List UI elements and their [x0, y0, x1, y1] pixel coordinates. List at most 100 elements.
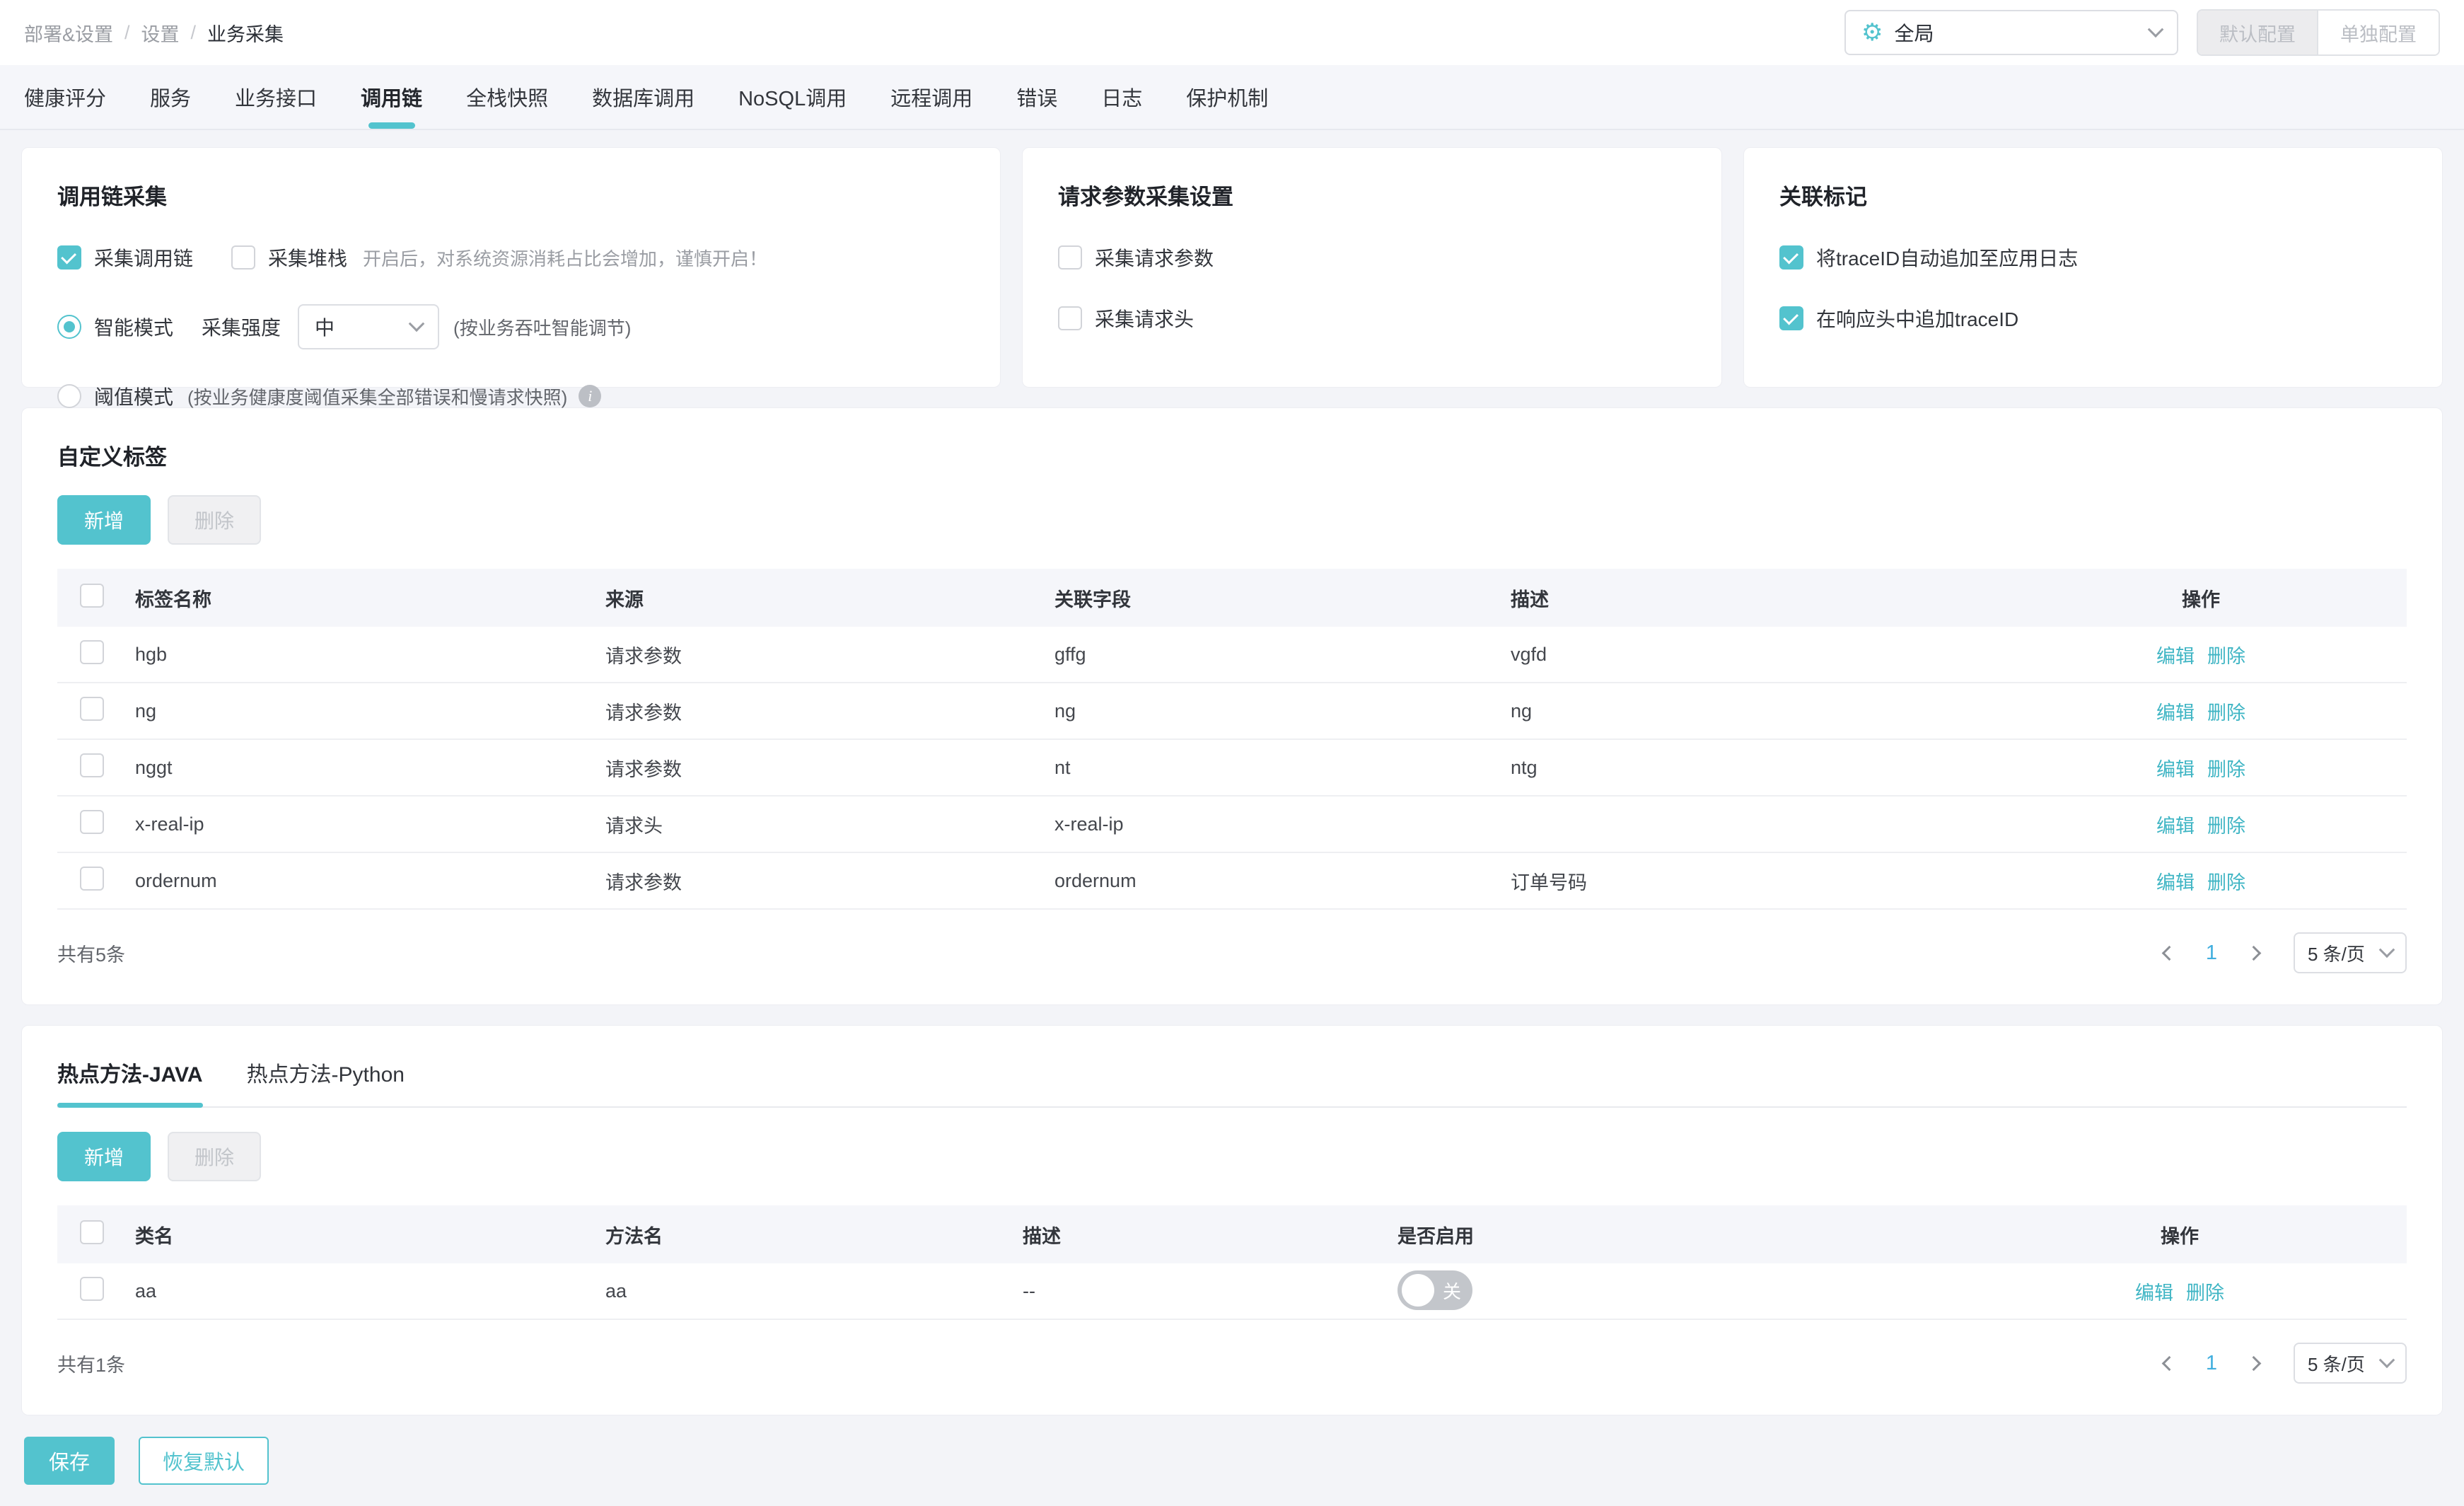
field-cell: gffg	[1054, 643, 1086, 665]
enable-toggle[interactable]: 关	[1397, 1270, 1472, 1310]
tab-business-api[interactable]: 业务接口	[235, 65, 317, 129]
chevron-right-icon[interactable]	[2241, 1349, 2270, 1377]
desc-cell: 订单号码	[1511, 871, 1587, 893]
restore-default-button[interactable]: 恢复默认	[139, 1437, 269, 1485]
pagination: 1 5 条/页	[2154, 932, 2407, 973]
table-row: nggt 请求参数 nt ntg 编辑 删除	[57, 740, 2407, 797]
chevron-left-icon[interactable]	[2154, 939, 2182, 967]
collect-headers-checkbox[interactable]	[1058, 306, 1082, 330]
table-row: aa aa -- 关 编辑 删除	[57, 1263, 2407, 1320]
delete-link[interactable]: 删除	[2207, 697, 2245, 725]
tab-remote-call[interactable]: 远程调用	[890, 65, 972, 129]
custom-tags-table: 标签名称 来源 关联字段 描述 操作 hgb 请求参数 gffg vgfd 编辑…	[57, 569, 2407, 910]
add-method-button[interactable]: 新增	[57, 1132, 151, 1181]
collect-trace-checkbox[interactable]	[57, 245, 81, 270]
delete-link[interactable]: 删除	[2207, 754, 2245, 782]
scope-select-value: 全局	[1894, 23, 1934, 45]
page-size-select[interactable]: 5 条/页	[2294, 932, 2407, 973]
chevron-down-icon	[408, 315, 425, 332]
tag-name-cell: ordernum	[135, 869, 217, 891]
tab-hot-methods-python[interactable]: 热点方法-Python	[247, 1057, 405, 1106]
collect-params-checkbox[interactable]	[1058, 245, 1082, 270]
tab-service[interactable]: 服务	[150, 65, 191, 129]
desc-cell: vgfd	[1511, 643, 1547, 665]
smart-mode-radio[interactable]	[57, 315, 81, 339]
table-row: ng 请求参数 ng ng 编辑 删除	[57, 683, 2407, 740]
tab-protection[interactable]: 保护机制	[1186, 65, 1268, 129]
table-header: 类名 方法名 描述 是否启用 操作	[57, 1205, 2407, 1263]
append-traceid-header-checkbox[interactable]	[1779, 306, 1803, 330]
collect-headers-label: 采集请求头	[1095, 308, 1195, 330]
row-checkbox[interactable]	[80, 866, 104, 891]
smart-mode-label: 智能模式	[94, 317, 174, 339]
section-title: 自定义标签	[57, 445, 167, 470]
breadcrumb-item[interactable]: 设置	[141, 19, 180, 47]
row-checkbox[interactable]	[80, 809, 104, 834]
edit-link[interactable]: 编辑	[2156, 754, 2195, 782]
row-checkbox[interactable]	[80, 639, 104, 664]
breadcrumb-item[interactable]: 部署&设置	[24, 19, 113, 47]
strength-select[interactable]: 中	[298, 304, 440, 349]
edit-link[interactable]: 编辑	[2135, 1278, 2173, 1305]
collect-trace-label: 采集调用链	[94, 248, 194, 270]
delete-link[interactable]: 删除	[2207, 641, 2245, 668]
save-button[interactable]: 保存	[24, 1437, 115, 1485]
page-actions: 保存 恢复默认	[21, 1415, 2443, 1506]
delete-link[interactable]: 删除	[2207, 867, 2245, 895]
chevron-right-icon[interactable]	[2241, 939, 2270, 967]
row-checkbox[interactable]	[80, 753, 104, 777]
page-size-select[interactable]: 5 条/页	[2294, 1343, 2407, 1384]
row-checkbox[interactable]	[80, 696, 104, 721]
edit-link[interactable]: 编辑	[2156, 641, 2195, 668]
threshold-mode-radio[interactable]	[57, 384, 81, 408]
tab-error[interactable]: 错误	[1016, 65, 1057, 129]
tab-nosql-call[interactable]: NoSQL调用	[738, 65, 847, 129]
table-header: 标签名称 来源 关联字段 描述 操作	[57, 569, 2407, 627]
tag-name-cell: hgb	[135, 643, 168, 665]
default-config-button[interactable]: 默认配置	[2198, 11, 2318, 54]
column-header: 操作	[2182, 589, 2220, 610]
panel-title: 调用链采集	[57, 185, 167, 209]
breadcrumb-separator: /	[190, 21, 197, 43]
select-all-checkbox[interactable]	[80, 583, 104, 608]
tab-database-call[interactable]: 数据库调用	[592, 65, 695, 129]
delete-method-button[interactable]: 删除	[168, 1132, 261, 1181]
breadcrumb-separator: /	[124, 21, 130, 43]
edit-link[interactable]: 编辑	[2156, 867, 2195, 895]
tab-full-stack-snapshot[interactable]: 全栈快照	[466, 65, 548, 129]
main-tab-bar: 健康评分 服务 业务接口 调用链 全栈快照 数据库调用 NoSQL调用 远程调用…	[0, 65, 2464, 130]
delete-tag-button[interactable]: 删除	[168, 495, 261, 545]
column-header: 描述	[1511, 589, 1549, 610]
strength-label: 采集强度	[202, 317, 281, 339]
page-number[interactable]: 1	[2206, 942, 2217, 965]
delete-link[interactable]: 删除	[2207, 811, 2245, 838]
trace-marking-panel: 关联标记 将traceID自动追加至应用日志 在响应头中追加traceID	[1743, 147, 2443, 388]
edit-link[interactable]: 编辑	[2156, 811, 2195, 838]
select-all-checkbox[interactable]	[80, 1220, 104, 1244]
table-row: ordernum 请求参数 ordernum 订单号码 编辑 删除	[57, 853, 2407, 910]
toggle-knob	[1402, 1274, 1434, 1307]
column-header: 标签名称	[135, 589, 211, 610]
total-count: 共有5条	[57, 944, 126, 966]
separate-config-button[interactable]: 单独配置	[2318, 11, 2439, 54]
chevron-left-icon[interactable]	[2154, 1349, 2182, 1377]
tab-hot-methods-java[interactable]: 热点方法-JAVA	[57, 1057, 203, 1108]
collect-stack-checkbox[interactable]	[231, 245, 256, 270]
hot-methods-table: 类名 方法名 描述 是否启用 操作 aa aa -- 关 编辑 删除	[57, 1205, 2407, 1320]
source-cell: 请求参数	[605, 645, 682, 667]
row-checkbox[interactable]	[80, 1276, 104, 1301]
strength-select-value: 中	[315, 317, 335, 339]
column-header: 方法名	[605, 1225, 663, 1247]
desc-cell: ntg	[1511, 756, 1538, 778]
scope-select[interactable]: ⚙ 全局	[1844, 10, 2178, 55]
page-size-value: 5 条/页	[2308, 943, 2365, 965]
tab-log[interactable]: 日志	[1101, 65, 1142, 129]
info-icon[interactable]: i	[579, 385, 602, 407]
add-tag-button[interactable]: 新增	[57, 495, 151, 545]
delete-link[interactable]: 删除	[2186, 1278, 2224, 1305]
tab-trace-chain[interactable]: 调用链	[361, 65, 422, 129]
tab-health-score[interactable]: 健康评分	[24, 65, 106, 129]
page-number[interactable]: 1	[2206, 1352, 2217, 1375]
append-traceid-log-checkbox[interactable]	[1779, 245, 1803, 270]
edit-link[interactable]: 编辑	[2156, 697, 2195, 725]
